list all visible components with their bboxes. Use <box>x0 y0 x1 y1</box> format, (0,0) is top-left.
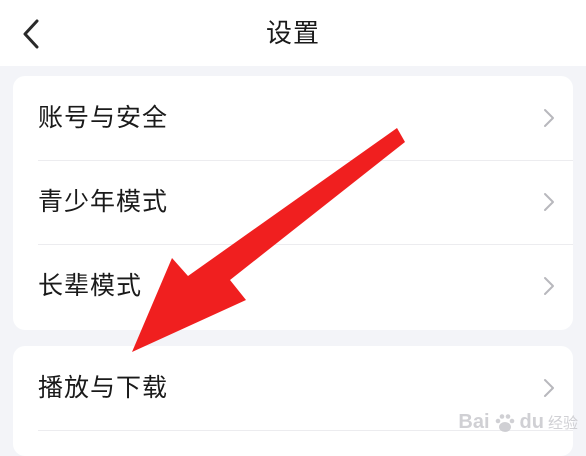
settings-item-elder-mode[interactable]: 长辈模式 <box>13 244 573 328</box>
settings-item-label: 播放与下载 <box>38 373 169 402</box>
page-title: 设置 <box>265 19 320 49</box>
chevron-right-icon <box>544 109 554 127</box>
settings-item-label: 长辈模式 <box>38 271 143 300</box>
chevron-right-icon <box>544 379 554 397</box>
settings-item-label: 账号与安全 <box>38 103 169 132</box>
divider <box>38 430 573 431</box>
settings-item-teen-mode[interactable]: 青少年模式 <box>13 160 573 244</box>
settings-group-account: 账号与安全 青少年模式 长辈模式 <box>13 76 573 330</box>
settings-item-label: 青少年模式 <box>38 187 169 216</box>
settings-group-playback: 播放与下载 <box>13 346 573 456</box>
settings-item-account-security[interactable]: 账号与安全 <box>13 76 573 160</box>
chevron-right-icon <box>544 193 554 211</box>
settings-item-playback-download[interactable]: 播放与下载 <box>13 346 573 430</box>
top-bar: 设置 <box>0 0 586 66</box>
chevron-right-icon <box>544 277 554 295</box>
